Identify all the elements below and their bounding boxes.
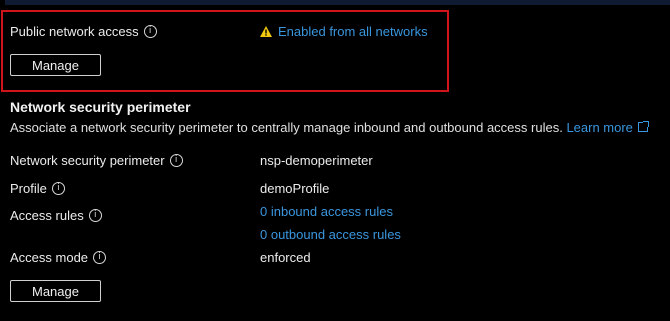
info-icon[interactable]: i — [93, 251, 107, 264]
nsp-perimeter-value: nsp-demoperimeter — [260, 153, 373, 168]
public-access-manage-button[interactable]: Manage — [10, 54, 101, 76]
nsp-manage-button[interactable]: Manage — [10, 280, 101, 302]
public-access-status-text: Enabled from all networks — [278, 24, 428, 39]
outbound-rules-link[interactable]: 0 outbound access rules — [260, 227, 401, 242]
public-network-access-text: Public network access — [10, 24, 139, 39]
inbound-rules-link[interactable]: 0 inbound access rules — [260, 204, 393, 219]
top-bar — [0, 0, 670, 5]
info-icon[interactable]: i — [143, 25, 157, 38]
profile-label-text: Profile — [10, 181, 47, 196]
learn-more-text: Learn more — [566, 120, 633, 135]
info-icon[interactable]: i — [51, 182, 65, 195]
profile-value: demoProfile — [260, 181, 330, 196]
warning-icon — [260, 25, 272, 40]
info-icon[interactable]: i — [88, 209, 102, 222]
info-icon[interactable]: i — [169, 154, 183, 167]
access-mode-value: enforced — [260, 250, 311, 265]
external-link-icon — [637, 121, 649, 132]
public-access-status[interactable]: Enabled from all networks — [260, 24, 428, 39]
nsp-heading: Network security perimeter — [10, 99, 191, 115]
learn-more-link[interactable]: Learn more — [566, 120, 649, 135]
access-rules-label-text: Access rules — [10, 208, 84, 223]
profile-label: Profile i — [10, 181, 65, 196]
highlight-box — [1, 10, 449, 92]
access-rules-label: Access rules i — [10, 208, 102, 223]
nsp-description: Associate a network security perimeter t… — [10, 120, 649, 135]
nsp-description-text: Associate a network security perimeter t… — [10, 120, 563, 135]
nsp-perimeter-label: Network security perimeter i — [10, 153, 183, 168]
access-mode-label: Access mode i — [10, 250, 107, 265]
public-network-access-label: Public network access i — [10, 24, 157, 39]
nsp-perimeter-label-text: Network security perimeter — [10, 153, 165, 168]
access-mode-label-text: Access mode — [10, 250, 89, 265]
